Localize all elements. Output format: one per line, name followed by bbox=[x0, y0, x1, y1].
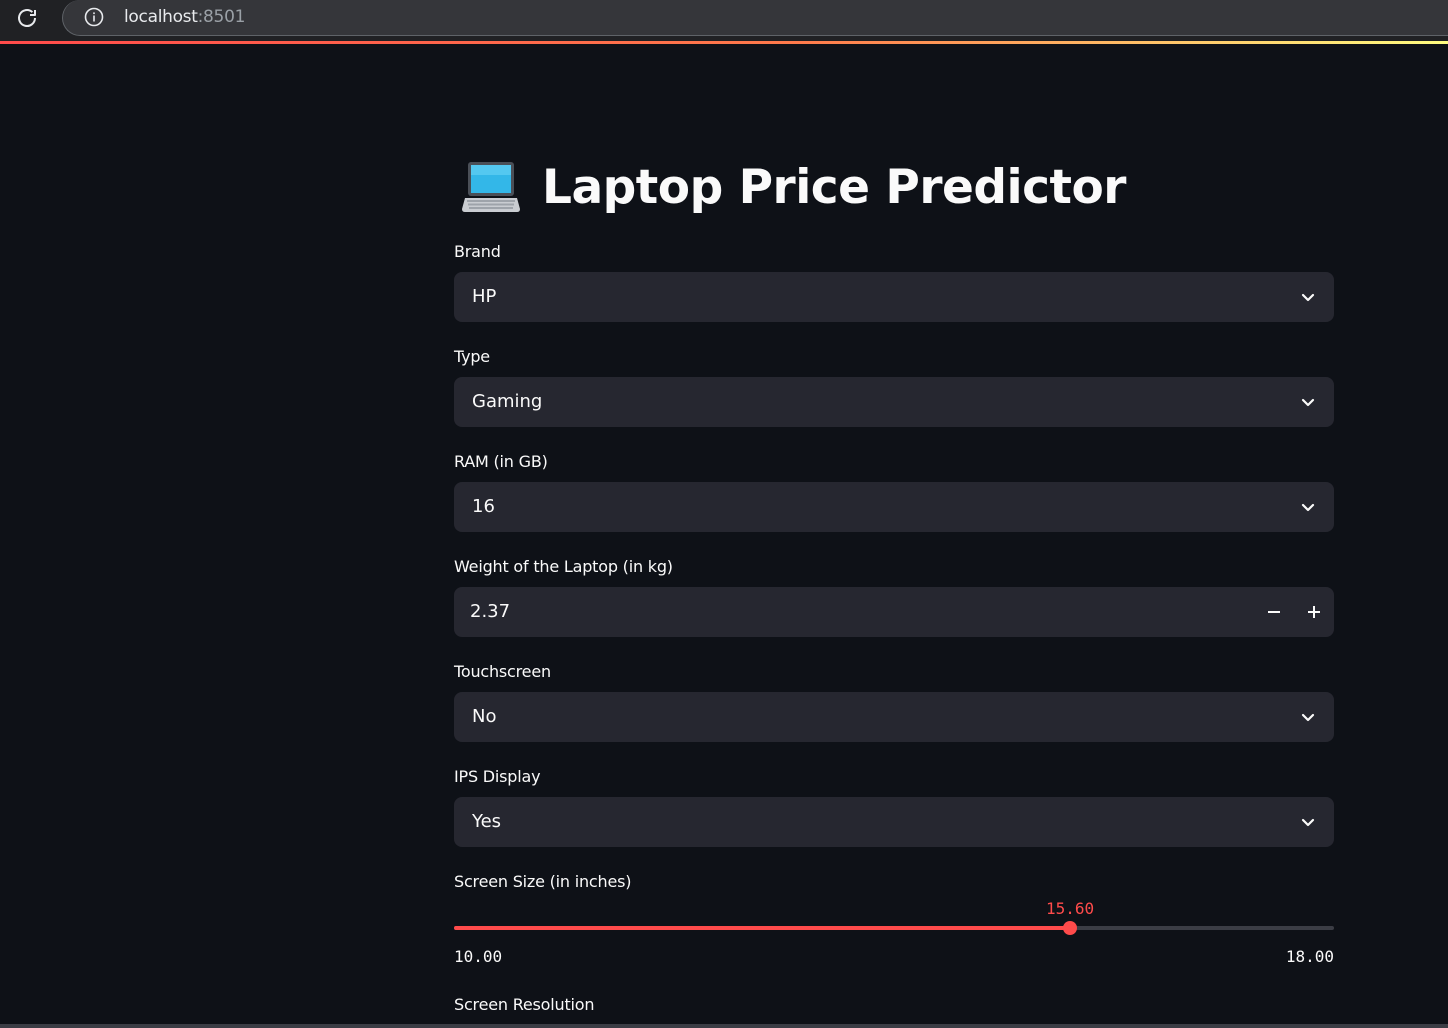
url-text: localhost:8501 bbox=[124, 7, 245, 27]
screen-size-slider[interactable]: 15.60 10.00 18.00 bbox=[454, 899, 1334, 969]
ram-label: RAM (in GB) bbox=[454, 452, 548, 471]
ram-select[interactable]: 16 bbox=[454, 482, 1334, 532]
ram-selected-value: 16 bbox=[472, 496, 495, 517]
slider-min-label: 10.00 bbox=[454, 947, 503, 966]
bottom-edge bbox=[0, 1024, 1448, 1028]
ips-label: IPS Display bbox=[454, 767, 541, 786]
chevron-down-icon[interactable] bbox=[1300, 394, 1316, 410]
address-bar[interactable]: localhost:8501 bbox=[62, 0, 1448, 36]
touchscreen-select[interactable]: No bbox=[454, 692, 1334, 742]
increment-button[interactable] bbox=[1294, 587, 1334, 637]
chevron-down-icon[interactable] bbox=[1300, 709, 1316, 725]
slider-current-value: 15.60 bbox=[1046, 899, 1095, 918]
slider-fill bbox=[454, 926, 1070, 930]
slider-track[interactable] bbox=[454, 926, 1334, 930]
minus-icon bbox=[1268, 611, 1280, 613]
laptop-emoji-icon bbox=[462, 162, 520, 212]
chevron-down-icon[interactable] bbox=[1300, 814, 1316, 830]
brand-label: Brand bbox=[454, 242, 501, 261]
type-label: Type bbox=[454, 347, 490, 366]
weight-number-input[interactable]: 2.37 bbox=[454, 587, 1334, 637]
page-title-text: Laptop Price Predictor bbox=[542, 159, 1126, 215]
screen-size-label: Screen Size (in inches) bbox=[454, 872, 632, 891]
weight-label: Weight of the Laptop (in kg) bbox=[454, 557, 673, 576]
decrement-button[interactable] bbox=[1254, 587, 1294, 637]
info-icon[interactable] bbox=[84, 7, 104, 27]
chevron-down-icon[interactable] bbox=[1300, 289, 1316, 305]
type-select[interactable]: Gaming bbox=[454, 377, 1334, 427]
plus-icon bbox=[1308, 606, 1320, 618]
resolution-label: Screen Resolution bbox=[454, 995, 595, 1014]
browser-toolbar: localhost:8501 bbox=[0, 0, 1448, 42]
brand-selected-value: HP bbox=[472, 286, 497, 307]
ips-selected-value: Yes bbox=[472, 811, 502, 832]
url-host: localhost bbox=[124, 7, 198, 27]
touchscreen-selected-value: No bbox=[472, 706, 497, 727]
weight-value[interactable]: 2.37 bbox=[470, 601, 510, 622]
type-selected-value: Gaming bbox=[472, 391, 543, 412]
chevron-down-icon[interactable] bbox=[1300, 499, 1316, 515]
url-port: :8501 bbox=[197, 7, 246, 27]
slider-thumb[interactable] bbox=[1063, 921, 1077, 935]
ips-select[interactable]: Yes bbox=[454, 797, 1334, 847]
page-title: Laptop Price Predictor bbox=[462, 152, 1126, 222]
reload-icon[interactable] bbox=[15, 6, 39, 30]
app-header-decoration bbox=[0, 41, 1448, 44]
slider-max-label: 18.00 bbox=[1285, 947, 1334, 966]
brand-select[interactable]: HP bbox=[454, 272, 1334, 322]
touchscreen-label: Touchscreen bbox=[454, 662, 551, 681]
